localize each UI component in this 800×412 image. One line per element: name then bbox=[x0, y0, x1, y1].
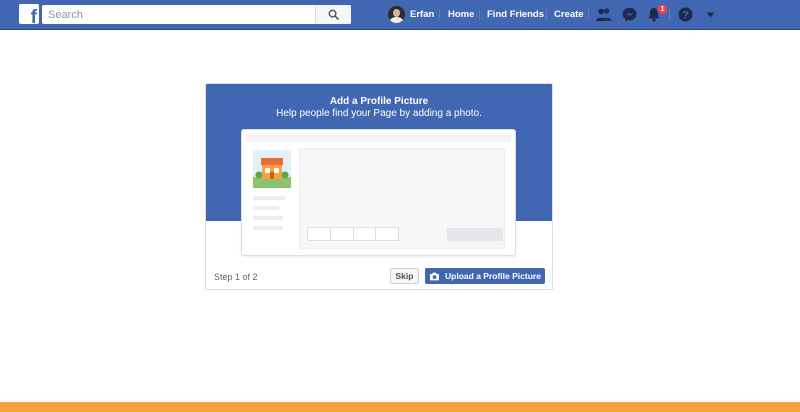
svg-text:?: ? bbox=[682, 9, 689, 21]
messenger-icon[interactable] bbox=[622, 7, 637, 22]
step-indicator: Step 1 of 2 bbox=[214, 272, 258, 282]
search-button[interactable] bbox=[315, 5, 351, 24]
nav-divider bbox=[479, 9, 480, 20]
top-navigation-bar: f Erfan Home Find Friends Create bbox=[0, 0, 800, 30]
preview-text-line bbox=[253, 216, 283, 220]
preview-profile-photo bbox=[253, 150, 291, 188]
facebook-logo-letter: f bbox=[30, 7, 37, 24]
skip-button[interactable]: Skip bbox=[390, 268, 419, 284]
upload-button-label: Upload a Profile Picture bbox=[445, 271, 541, 281]
camera-icon bbox=[430, 272, 440, 280]
add-profile-picture-dialog: Add a Profile Picture Help people find y… bbox=[205, 83, 553, 290]
preview-text-line bbox=[253, 206, 279, 210]
profile-link[interactable]: Erfan bbox=[388, 6, 434, 23]
nav-divider bbox=[588, 9, 589, 20]
upload-profile-picture-button[interactable]: Upload a Profile Picture bbox=[425, 268, 545, 284]
dialog-title: Add a Profile Picture bbox=[329, 96, 429, 107]
dialog-subtitle: Help people find your Page by adding a p… bbox=[276, 108, 482, 119]
search-box bbox=[42, 5, 351, 24]
avatar bbox=[388, 6, 405, 23]
preview-text-line bbox=[253, 196, 285, 200]
nav-divider bbox=[439, 9, 440, 20]
page-preview-illustration bbox=[241, 129, 516, 256]
nav-divider bbox=[546, 9, 547, 20]
profile-name: Erfan bbox=[410, 9, 435, 20]
find-friends-link[interactable]: Find Friends bbox=[487, 9, 544, 20]
preview-text-line bbox=[253, 226, 283, 230]
home-link[interactable]: Home bbox=[448, 9, 474, 20]
storefront-icon bbox=[253, 150, 291, 188]
preview-header-bar bbox=[246, 134, 511, 142]
notification-count-badge: 1 bbox=[657, 4, 668, 15]
facebook-logo[interactable]: f bbox=[19, 4, 39, 24]
nav-divider bbox=[669, 9, 670, 20]
search-input[interactable] bbox=[42, 5, 322, 24]
bottom-orange-strip bbox=[0, 402, 800, 412]
preview-tab-row bbox=[307, 227, 399, 241]
caret-down-icon[interactable] bbox=[706, 12, 715, 18]
preview-cover-area bbox=[299, 148, 505, 249]
create-link[interactable]: Create bbox=[554, 9, 584, 20]
search-icon bbox=[328, 9, 339, 20]
preview-action-button bbox=[447, 228, 503, 241]
question-icon[interactable]: ? bbox=[678, 7, 693, 22]
friend-requests-icon[interactable] bbox=[596, 7, 612, 22]
